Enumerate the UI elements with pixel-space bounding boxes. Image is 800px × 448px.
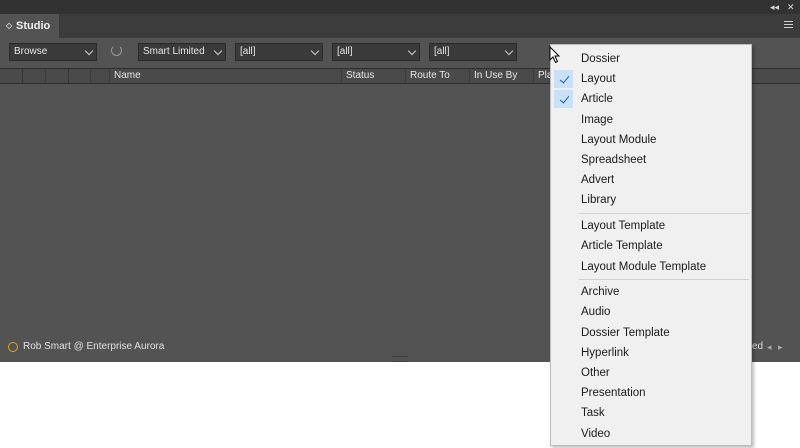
menu-item-article-template[interactable]: Article Template (551, 236, 751, 256)
menu-item-label: Image (581, 113, 613, 126)
menu-separator (579, 279, 749, 281)
menu-item-label: Layout Module Template (581, 260, 707, 273)
checkmark-icon (559, 93, 570, 104)
filter-dropdown-2-value: [all] (337, 46, 353, 57)
menu-item-label: Video (581, 427, 611, 440)
menu-item-label: Dossier (581, 53, 620, 65)
checkmark-icon (559, 73, 570, 84)
menu-item-label: Layout (581, 73, 616, 86)
status-right-text: ed (752, 341, 764, 352)
panel-menu-icon[interactable] (784, 21, 793, 30)
menu-item-advert[interactable]: Advert (551, 170, 751, 190)
tab-grip-icon: ◇ (6, 21, 13, 30)
column-header-status[interactable]: Status (346, 69, 374, 83)
chevron-down-icon (84, 46, 94, 56)
user-status-text: Rob Smart @ Enterprise Aurora (23, 341, 165, 352)
check-highlight (554, 90, 573, 109)
column-header-name[interactable]: Name (114, 69, 141, 83)
menu-item-label: Library (581, 194, 617, 207)
menu-item-label: Layout Module (581, 133, 657, 146)
publication-dropdown[interactable]: Smart Limited (138, 43, 226, 61)
prev-page-icon[interactable]: ◂ (767, 339, 772, 355)
menu-item-task[interactable]: Task (551, 403, 751, 423)
tab-studio-label: Studio (16, 20, 51, 32)
tab-studio[interactable]: ◇ Studio (0, 14, 59, 38)
resize-handle[interactable] (392, 356, 408, 362)
menu-item-label: Layout Template (581, 220, 666, 233)
menu-item-layout-module-template[interactable]: Layout Module Template (551, 257, 751, 277)
menu-item-layout-template[interactable]: Layout Template (551, 216, 751, 236)
refresh-icon[interactable] (111, 45, 122, 56)
filter-dropdown-1[interactable]: [all] (235, 43, 323, 61)
collapse-icon[interactable]: ◂◂ (770, 1, 779, 13)
chevron-down-icon (310, 46, 320, 56)
type-filter-menu: Dossier Layout Article Image Layout Module Sp… (550, 44, 752, 446)
browse-dropdown[interactable]: Browse (9, 43, 97, 61)
menu-item-presentation[interactable]: Presentation (551, 383, 751, 403)
next-page-icon[interactable]: ▸ (778, 339, 783, 355)
menu-item-article[interactable]: Article (551, 89, 751, 109)
menu-item-hyperlink[interactable]: Hyperlink (551, 343, 751, 363)
menu-item-audio[interactable]: Audio (551, 302, 751, 322)
filter-dropdown-3[interactable]: [all] (429, 43, 517, 61)
menu-item-label: Article Template (581, 240, 663, 253)
menu-item-label: Presentation (581, 387, 646, 400)
menu-item-image[interactable]: Image (551, 110, 751, 130)
column-header-route-to[interactable]: Route To (410, 69, 450, 83)
filter-dropdown-3-value: [all] (434, 46, 450, 57)
column-header-in-use-by[interactable]: In Use By (474, 69, 517, 83)
menu-separator (579, 213, 749, 215)
menu-item-label: Hyperlink (581, 346, 629, 359)
spinner-icon (8, 342, 18, 352)
menu-item-label: Article (581, 93, 613, 106)
menu-item-label: Dossier Template (581, 326, 670, 339)
chevron-down-icon (504, 46, 514, 56)
panel-titlebar: ◂◂ ✕ (0, 0, 800, 14)
filter-dropdown-1-value: [all] (240, 46, 256, 57)
browse-dropdown-value: Browse (14, 46, 48, 57)
menu-item-video[interactable]: Video (551, 424, 751, 444)
menu-item-other[interactable]: Other (551, 363, 751, 383)
menu-item-dossier[interactable]: Dossier (551, 49, 751, 69)
close-icon[interactable]: ✕ (787, 1, 795, 13)
check-highlight (554, 70, 573, 89)
menu-item-label: Audio (581, 306, 611, 319)
menu-item-label: Spreadsheet (581, 154, 647, 166)
mouse-cursor-icon (549, 46, 561, 64)
menu-item-label: Task (581, 407, 605, 420)
menu-item-archive[interactable]: Archive (551, 282, 751, 302)
filter-dropdown-2[interactable]: [all] (332, 43, 420, 61)
menu-item-layout[interactable]: Layout (551, 69, 751, 89)
menu-item-dossier-template[interactable]: Dossier Template (551, 323, 751, 343)
menu-item-label: Other (581, 367, 610, 379)
tab-bar: ◇ Studio (0, 14, 800, 38)
chevron-down-icon (213, 46, 223, 56)
menu-item-layout-module[interactable]: Layout Module (551, 130, 751, 150)
menu-item-library[interactable]: Library (551, 190, 751, 210)
menu-item-label: Advert (581, 174, 615, 187)
menu-item-label: Archive (581, 286, 620, 299)
chevron-down-icon (407, 46, 417, 56)
publication-dropdown-value: Smart Limited (143, 46, 205, 57)
menu-item-spreadsheet[interactable]: Spreadsheet (551, 150, 751, 170)
